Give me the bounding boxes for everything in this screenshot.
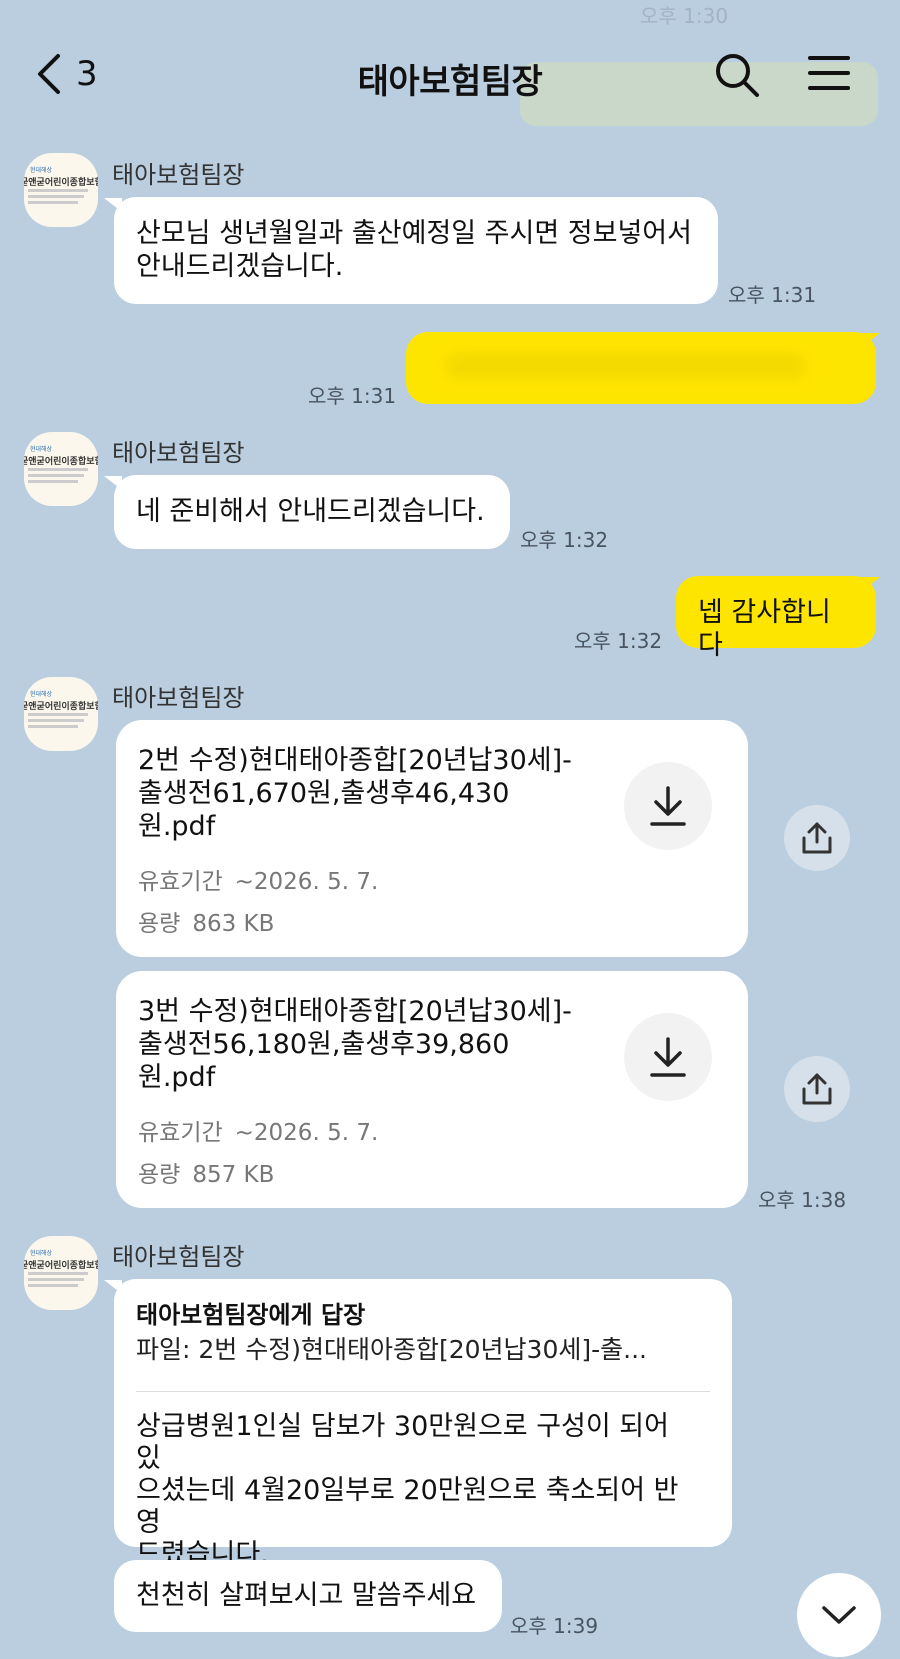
- download-button[interactable]: [624, 762, 712, 850]
- size-value: 857 KB: [192, 1162, 275, 1188]
- my-message-bubble[interactable]: 넵 감사합니다: [676, 576, 876, 661]
- size-label: 용량: [138, 911, 181, 937]
- file-expiry: 유효기간 ~2026. 5. 7.: [138, 1113, 378, 1147]
- download-button[interactable]: [624, 1013, 712, 1101]
- file-expiry: 유효기간 ~2026. 5. 7.: [138, 862, 378, 896]
- message-time: 오후 1:38: [758, 1188, 847, 1212]
- redacted-text: [446, 354, 806, 378]
- message-text: 네 준비해서 안내드리겠습니다.: [136, 496, 485, 527]
- avatar-product: 굳앤굳어린이종합보험: [24, 1261, 98, 1271]
- my-message-bubble-redacted[interactable]: [406, 332, 876, 404]
- message-bubble[interactable]: 산모님 생년월일과 출산예정일 주시면 정보넣어서 안내드리겠습니다.: [114, 197, 718, 304]
- download-icon: [650, 786, 686, 826]
- expiry-value: ~2026. 5. 7.: [234, 869, 379, 895]
- reply-heading: 태아보험팀장에게 답장: [136, 1301, 366, 1329]
- size-value: 863 KB: [192, 911, 275, 937]
- avatar[interactable]: 현대해상 굳앤굳어린이종합보험: [24, 432, 98, 506]
- message-bubble[interactable]: 천천히 살펴보시고 말씀주세요: [114, 1560, 502, 1632]
- file-name-line: 원.pdf: [138, 811, 216, 842]
- size-label: 용량: [138, 1162, 181, 1188]
- message-time: 오후 1:39: [510, 1614, 599, 1638]
- sender-name: 태아보험팀장: [112, 439, 245, 467]
- avatar[interactable]: 현대해상 굳앤굳어린이종합보험: [24, 1236, 98, 1310]
- avatar[interactable]: 현대해상 굳앤굳어린이종합보험: [24, 153, 98, 227]
- reply-bubble[interactable]: 태아보험팀장에게 답장 파일: 2번 수정)현대태아종합[20년납30세]-출.…: [114, 1279, 732, 1570]
- reply-quoted-file[interactable]: 파일: 2번 수정)현대태아종합[20년납30세]-출...: [136, 1333, 647, 1366]
- avatar-product: 굳앤굳어린이종합보험: [24, 457, 98, 467]
- menu-button[interactable]: [808, 54, 850, 96]
- reply-text-line: 상급병원1인실 담보가 30만원으로 구성이 되어 있: [136, 1411, 669, 1474]
- hamburger-icon: [808, 56, 850, 90]
- file-card[interactable]: 3번 수정)현대태아종합[20년납30세]- 출생전56,180원,출생후39,…: [116, 971, 748, 1208]
- sender-name: 태아보험팀장: [112, 1243, 245, 1271]
- message-text: 천천히 살펴보시고 말씀주세요: [136, 1580, 477, 1611]
- avatar-product: 굳앤굳어린이종합보험: [24, 178, 98, 188]
- file-size: 용량 857 KB: [138, 1155, 274, 1189]
- avatar-product: 굳앤굳어린이종합보험: [24, 702, 98, 712]
- avatar-brand: 현대해상: [30, 167, 53, 174]
- search-icon: [716, 54, 759, 97]
- message-text-line: 안내드리겠습니다.: [136, 251, 344, 282]
- file-name-line: 출생전61,670원,출생후46,430: [138, 778, 510, 809]
- sender-name: 태아보험팀장: [112, 161, 245, 189]
- file-name: 3번 수정)현대태아종합[20년납30세]- 출생전56,180원,출생후39,…: [138, 995, 578, 1094]
- chat-header: 3 태아보험팀장: [0, 40, 900, 112]
- message-text-line: 산모님 생년월일과 출산예정일 주시면 정보넣어서: [136, 218, 692, 249]
- reply-text-line: 으셨는데 4월20일부로 20만원으로 축소되어 반영: [136, 1475, 679, 1538]
- file-card[interactable]: 2번 수정)현대태아종합[20년납30세]- 출생전61,670원,출생후46,…: [116, 720, 748, 957]
- avatar[interactable]: 현대해상 굳앤굳어린이종합보험: [24, 677, 98, 751]
- chat-screen: 오후 1:30 3 태아보험팀장 현대해상 굳앤굳어린이종합보험: [0, 0, 900, 1659]
- reply-text: 상급병원1인실 담보가 30만원으로 구성이 되어 있 으셨는데 4월20일부로…: [136, 1411, 696, 1571]
- message-time: 오후 1:32: [520, 528, 609, 552]
- file-name-line: 출생전56,180원,출생후39,860: [138, 1029, 510, 1060]
- message-bubble[interactable]: 네 준비해서 안내드리겠습니다.: [114, 475, 510, 549]
- expiry-value: ~2026. 5. 7.: [234, 1120, 379, 1146]
- expiry-label: 유효기간: [138, 1120, 223, 1146]
- message-time: 오후 1:31: [728, 283, 817, 307]
- expiry-label: 유효기간: [138, 869, 223, 895]
- file-name-line: 2번 수정)현대태아종합[20년납30세]-: [138, 745, 572, 776]
- sender-name: 태아보험팀장: [112, 684, 245, 712]
- message-time: 오후 1:32: [574, 629, 663, 653]
- ghost-time: 오후 1:30: [640, 4, 729, 28]
- avatar-brand: 현대해상: [30, 691, 53, 698]
- share-button[interactable]: [784, 1056, 850, 1122]
- avatar-brand: 현대해상: [30, 446, 53, 453]
- download-icon: [650, 1037, 686, 1077]
- message-text: 넵 감사합니다: [698, 597, 831, 661]
- file-name-line: 3번 수정)현대태아종합[20년납30세]-: [138, 996, 572, 1027]
- chevron-down-icon: [822, 1606, 856, 1624]
- file-size: 용량 863 KB: [138, 904, 274, 938]
- file-name: 2번 수정)현대태아종합[20년납30세]- 출생전61,670원,출생후46,…: [138, 744, 578, 843]
- search-button[interactable]: [714, 52, 760, 102]
- reply-divider: [136, 1391, 710, 1392]
- share-icon: [802, 1073, 832, 1105]
- message-time: 오후 1:31: [308, 384, 397, 408]
- share-icon: [802, 822, 832, 854]
- share-button[interactable]: [784, 805, 850, 871]
- scroll-to-bottom-button[interactable]: [797, 1573, 881, 1657]
- chat-title: 태아보험팀장: [357, 62, 543, 102]
- file-name-line: 원.pdf: [138, 1062, 216, 1093]
- avatar-brand: 현대해상: [30, 1250, 53, 1257]
